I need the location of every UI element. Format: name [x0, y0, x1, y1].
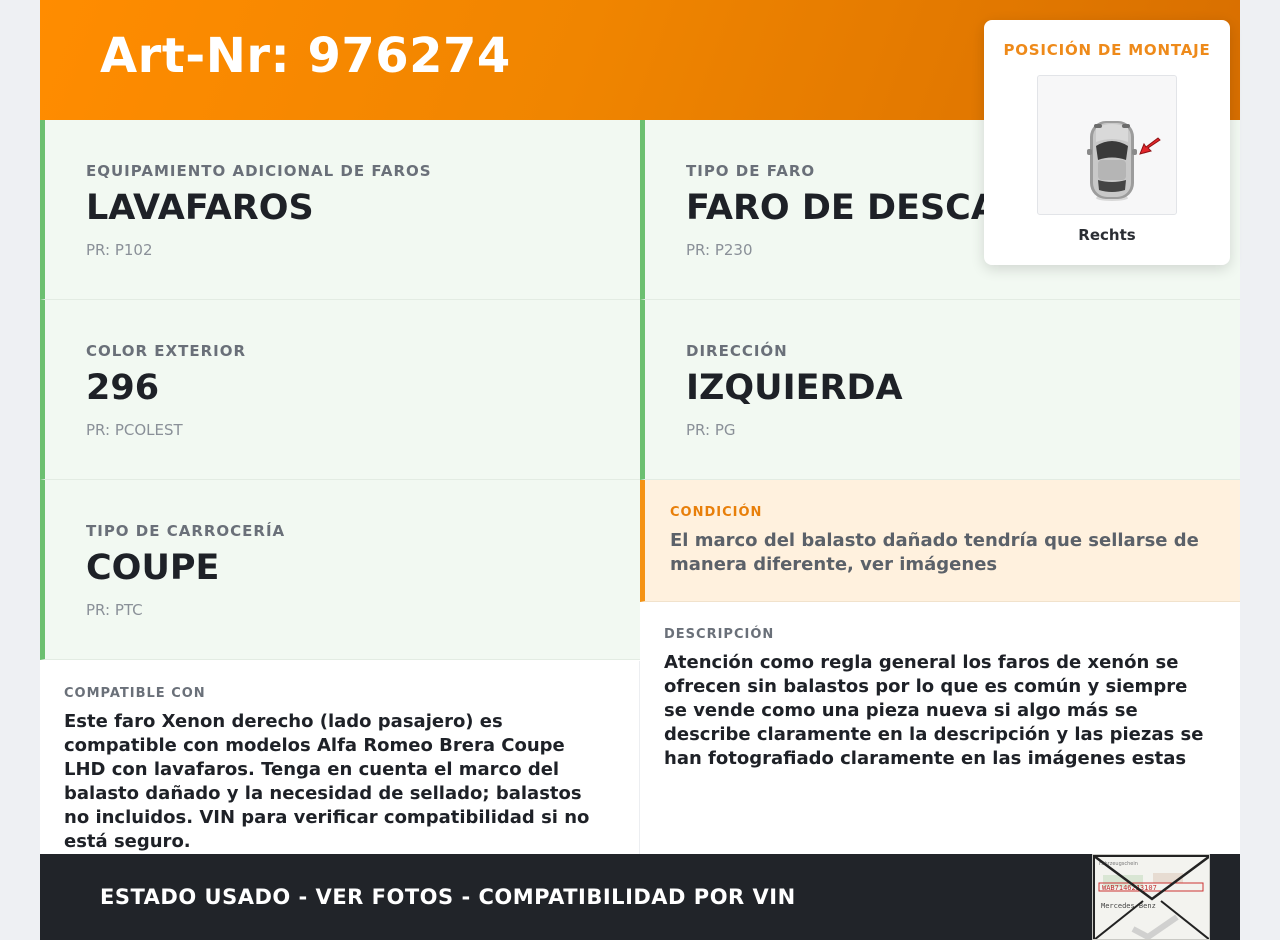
attribute-pr-code: PR: P102: [86, 241, 153, 259]
attribute-cell-body-type: TIPO DE CARROCERÍA COUPE PR: PTC: [40, 480, 640, 660]
compatible-label: COMPATIBLE CON: [64, 686, 206, 701]
attribute-cell-direction: DIRECCIÓN IZQUIERDA PR: PG: [640, 300, 1240, 480]
attribute-label: TIPO DE FARO: [686, 162, 816, 180]
attribute-label: TIPO DE CARROCERÍA: [86, 522, 286, 540]
attribute-pr-code: PR: PCOLEST: [86, 421, 183, 439]
mounting-side-label: Rechts: [1078, 226, 1136, 244]
description-text: Atención como regla general los faros de…: [664, 652, 1204, 769]
vin-document-thumbnail[interactable]: Fahrzeugschein WAB71462J3107 Mercedes-Be…: [1092, 854, 1210, 940]
compatible-section: COMPATIBLE CON Este faro Xenon derecho (…: [40, 661, 640, 854]
red-arrow-icon: [1139, 137, 1161, 155]
attribute-label: COLOR EXTERIOR: [86, 342, 247, 360]
brand-text: Mercedes-Benz: [1101, 902, 1156, 910]
attribute-value: IZQUIERDA: [686, 368, 903, 408]
condition-label: CONDICIÓN: [670, 505, 763, 520]
attribute-cell-exterior-color: COLOR EXTERIOR 296 PR: PCOLEST: [40, 300, 640, 480]
mounting-position-title: POSICIÓN DE MONTAJE: [1003, 41, 1211, 59]
attribute-value: LAVAFAROS: [86, 188, 314, 228]
attribute-pr-code: PR: PTC: [86, 601, 143, 619]
attribute-value: COUPE: [86, 548, 220, 588]
attribute-label: DIRECCIÓN: [686, 342, 788, 360]
condition-text: El marco del balasto dañado tendría que …: [670, 530, 1199, 575]
attribute-pr-code: PR: P230: [686, 241, 753, 259]
condition-panel: CONDICIÓN El marco del balasto dañado te…: [640, 480, 1240, 602]
car-top-view-icon: [1037, 75, 1177, 215]
footer-bar: ESTADO USADO - VER FOTOS - COMPATIBILIDA…: [40, 854, 1240, 940]
vin-text: WAB71462J3107: [1102, 884, 1157, 892]
attribute-value: 296: [86, 368, 160, 408]
description-label: DESCRIPCIÓN: [664, 627, 775, 642]
mounting-position-card: POSICIÓN DE MONTAJE Rechts: [984, 20, 1230, 265]
description-section: DESCRIPCIÓN Atención como regla general …: [640, 602, 1240, 854]
compatible-text: Este faro Xenon derecho (lado pasajero) …: [64, 711, 590, 852]
attribute-pr-code: PR: PG: [686, 421, 736, 439]
article-number-title: Art-Nr: 976274: [100, 28, 511, 84]
attribute-label: EQUIPAMIENTO ADICIONAL DE FAROS: [86, 162, 432, 180]
footer-status-text: ESTADO USADO - VER FOTOS - COMPATIBILIDA…: [100, 885, 796, 909]
envelope-document-icon: Fahrzeugschein WAB71462J3107 Mercedes-Be…: [1093, 855, 1209, 939]
attribute-cell-headlight-equipment: EQUIPAMIENTO ADICIONAL DE FAROS LAVAFARO…: [40, 120, 640, 300]
